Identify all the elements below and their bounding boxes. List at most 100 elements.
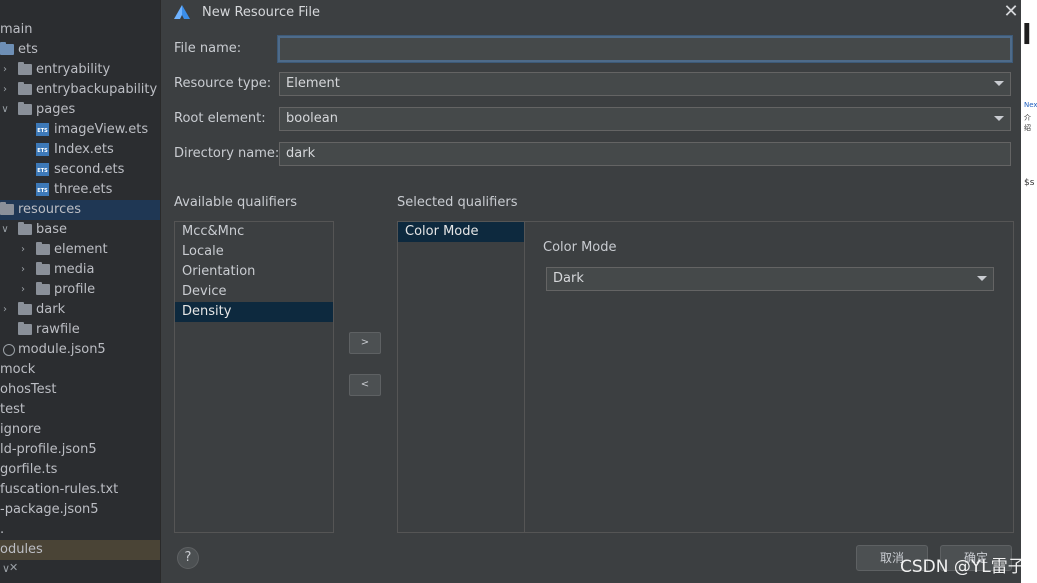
tree-item-label: test — [0, 402, 25, 417]
tree-item-pages[interactable]: ∨ pages — [0, 100, 160, 120]
tree-item-label: entrybackupability — [36, 82, 158, 97]
tree-item-base[interactable]: ∨ base — [0, 220, 160, 240]
tree-item-imageview-ets[interactable]: ETS imageView.ets — [0, 120, 160, 140]
tree-item-resources[interactable]: resources — [0, 200, 160, 220]
folder-icon — [36, 242, 50, 255]
tree-bottom-strip: ∨ ✕ — [0, 558, 160, 583]
tree-item-oh-package[interactable]: -package.json5 — [0, 500, 160, 520]
folder-icon — [36, 262, 50, 275]
color-mode-select[interactable]: Dark — [546, 267, 994, 291]
tree-item-label: . — [0, 522, 5, 537]
tree-item-label: module.json5 — [18, 342, 106, 357]
tree-item-label: mock — [0, 362, 36, 377]
directory-name-input[interactable]: dark — [279, 142, 1011, 166]
tree-item-ets[interactable]: ets — [0, 40, 160, 60]
chevron-right-icon[interactable]: › — [0, 80, 10, 100]
editor-text: $s — [1024, 178, 1035, 188]
tree-item-label: media — [54, 262, 95, 277]
tree-item-label: three.ets — [54, 182, 113, 197]
watermark: CSDN @YL雷子 — [900, 557, 1025, 577]
close-icon[interactable]: ✕ — [1001, 3, 1021, 23]
tree-item-label: ets — [18, 42, 38, 57]
available-qualifiers-label: Available qualifiers — [174, 195, 297, 210]
file-name-input[interactable] — [277, 35, 1013, 63]
tree-item-label: dark — [36, 302, 66, 317]
close-icon[interactable]: ✕ — [9, 561, 18, 574]
tree-item-label: -package.json5 — [0, 502, 99, 517]
list-item[interactable]: Device — [175, 282, 333, 302]
tree-item-label: ohosTest — [0, 382, 57, 397]
tree-item-entrybackupability[interactable]: › entrybackupability — [0, 80, 160, 100]
tree-item-modules[interactable]: odules — [0, 540, 160, 560]
directory-name-label: Directory name: — [174, 146, 280, 161]
remove-qualifier-button[interactable]: < — [349, 374, 381, 396]
editor-link-text: Nex — [1024, 101, 1037, 109]
chevron-down-icon[interactable]: ∨ — [0, 100, 10, 120]
dialog-titlebar: New Resource File ✕ — [161, 0, 1021, 26]
root-element-label: Root element: — [174, 111, 266, 126]
help-button[interactable]: ? — [177, 547, 199, 569]
tree-item-media[interactable]: › media — [0, 260, 160, 280]
folder-icon — [0, 202, 14, 215]
tree-item-label: rawfile — [36, 322, 80, 337]
folder-icon — [18, 82, 32, 95]
tree-item-label: resources — [18, 202, 82, 217]
list-item-selected[interactable]: Density — [175, 302, 333, 322]
ets-file-icon: ETS — [36, 143, 49, 156]
chevron-down-icon[interactable]: ∨ — [0, 220, 10, 240]
tree-item-second-ets[interactable]: ETS second.ets — [0, 160, 160, 180]
tree-item-label: gorfile.ts — [0, 462, 58, 477]
tree-item-label: second.ets — [54, 162, 125, 177]
chevron-right-icon[interactable]: › — [18, 260, 28, 280]
resource-type-select[interactable]: Element — [279, 72, 1011, 96]
selected-qualifiers-list[interactable]: Color Mode — [398, 222, 525, 532]
tree-item-label: Index.ets — [54, 142, 114, 157]
list-item[interactable]: Orientation — [175, 262, 333, 282]
tree-item-entryability[interactable]: › entryability — [0, 60, 160, 80]
tree-item-profile[interactable]: › profile — [0, 280, 160, 300]
folder-icon — [36, 282, 50, 295]
list-item[interactable]: Mcc&Mnc — [175, 222, 333, 242]
tree-item-rawfile[interactable]: rawfile — [0, 320, 160, 340]
add-qualifier-button[interactable]: > — [349, 332, 381, 354]
tree-item-label: imageView.ets — [54, 122, 149, 137]
chevron-down-icon — [977, 276, 987, 281]
available-qualifiers-list[interactable]: Mcc&Mnc Locale Orientation Device Densit… — [174, 221, 334, 533]
list-item[interactable]: Locale — [175, 242, 333, 262]
tree-item-dark[interactable]: › dark — [0, 300, 160, 320]
tree-item-three-ets[interactable]: ETS three.ets — [0, 180, 160, 200]
chevron-right-icon[interactable]: › — [0, 300, 10, 320]
qualifier-detail: Color Mode Dark — [525, 222, 1013, 532]
folder-icon — [0, 42, 14, 55]
tree-item-module-json5[interactable]: module.json5 — [0, 340, 160, 360]
tree-item-label: odules — [0, 542, 43, 557]
list-item-selected[interactable]: Color Mode — [398, 222, 524, 242]
tree-item-label: entryability — [36, 62, 111, 77]
ets-file-icon: ETS — [36, 183, 49, 196]
editor-text: 介绍 — [1024, 114, 1031, 132]
selected-qualifiers-label: Selected qualifiers — [397, 195, 518, 210]
tree-item-obfuscation-rules[interactable]: fuscation-rules.txt — [0, 480, 160, 500]
tree-item-main[interactable]: main — [0, 20, 160, 40]
selected-qualifiers-panel: Color Mode Color Mode Dark — [397, 221, 1014, 533]
tree-item-label: profile — [54, 282, 96, 297]
tree-item-ignore[interactable]: ignore — [0, 420, 160, 440]
tree-item-element[interactable]: › element — [0, 240, 160, 260]
root-element-select[interactable]: boolean — [279, 107, 1011, 131]
folder-icon — [18, 62, 32, 75]
tree-item-index-ets[interactable]: ETS Index.ets — [0, 140, 160, 160]
folder-icon — [18, 302, 32, 315]
tree-item-mock[interactable]: mock — [0, 360, 160, 380]
project-tree: main ets › entryability › entrybackupabi… — [0, 0, 160, 583]
qualifier-detail-title: Color Mode — [543, 240, 617, 255]
folder-icon — [18, 222, 32, 235]
chevron-right-icon[interactable]: › — [18, 280, 28, 300]
chevron-right-icon[interactable]: › — [0, 60, 10, 80]
tree-item-hvigorfile[interactable]: gorfile.ts — [0, 460, 160, 480]
tree-item-test[interactable]: test — [0, 400, 160, 420]
tree-item-build-profile[interactable]: ld-profile.json5 — [0, 440, 160, 460]
tree-item-dot[interactable]: . — [0, 520, 160, 540]
tree-item-ohostest[interactable]: ohosTest — [0, 380, 160, 400]
chevron-down-icon — [994, 116, 1004, 121]
chevron-right-icon[interactable]: › — [18, 240, 28, 260]
